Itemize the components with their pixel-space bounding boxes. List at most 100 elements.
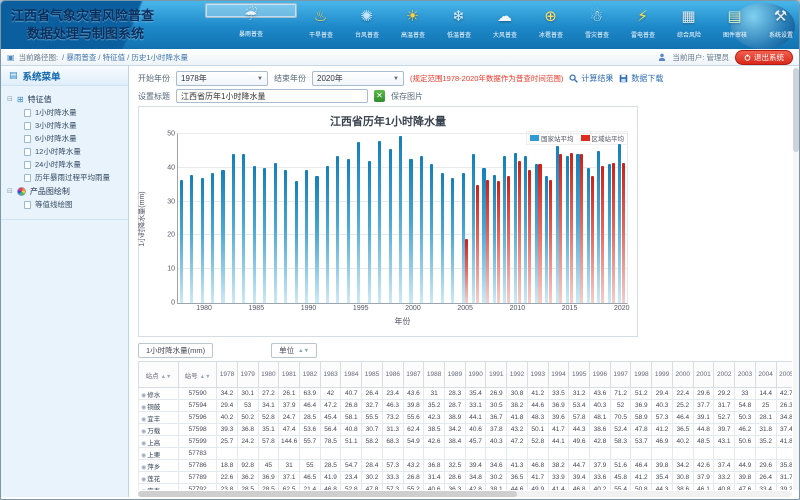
value-cell: 41.9 [320, 472, 341, 484]
sidebar-item[interactable]: 12小时降水量 [7, 145, 126, 158]
value-cell: 33.6 [590, 472, 611, 484]
user-icon [658, 53, 666, 61]
tree-collapse-icon[interactable]: ⊟ [7, 187, 13, 195]
table-row[interactable]: ◉修水5759034.230.127.226.163.94240.726.423… [139, 388, 793, 400]
x-tick-label: 2000 [405, 305, 421, 312]
toolbar-item-drought[interactable]: ♨干旱普查 [298, 3, 343, 47]
value-cell: 53.7 [631, 436, 652, 448]
app-title-line2: 数据处理与制图系统 [11, 25, 154, 43]
table-row[interactable]: ◉万载5759839.336.835.147.453.656.440.830.7… [139, 424, 793, 436]
sidebar-group-label: 产品图绘制 [30, 186, 70, 197]
value-cell: 38.2 [548, 460, 569, 472]
horizontal-scrollbar-thumb[interactable] [138, 491, 517, 497]
sidebar-item-label: 历年暴雨过程平均雨量 [35, 172, 110, 183]
value-cell: 29.6 [693, 388, 714, 400]
sidebar-item[interactable]: 等值线绘图 [7, 198, 126, 211]
value-cell: 39.3 [217, 424, 238, 436]
logout-button[interactable]: 退出系统 [735, 50, 793, 65]
download-button[interactable]: 数据下载 [619, 73, 663, 84]
table-row[interactable]: ◉萍乡5778618.892.845315528.554.728.457.343… [139, 460, 793, 472]
toolbar-item-rain[interactable]: ☔暴雨普查 [205, 3, 297, 18]
toolbar-item-wind[interactable]: ☁大风普查 [482, 3, 527, 47]
toolbar-item-composite[interactable]: ▦综合风险 [666, 3, 711, 47]
table-row[interactable]: ◉宜丰5759640.250.252.824.728.545.458.155.5… [139, 412, 793, 424]
download-label: 数据下载 [631, 73, 663, 84]
table-row[interactable]: ◉上高5759925.724.257.8144.655.778.551.158.… [139, 436, 793, 448]
toolbar-item-label: 低温普查 [447, 29, 471, 38]
end-year-select[interactable]: 2020年▼ [312, 71, 404, 86]
toolbar-item-review[interactable]: ▤图件审核 [712, 3, 757, 47]
toolbar-item-lightning[interactable]: ⚡雷电普查 [620, 3, 665, 47]
save-image-button[interactable]: 保存图片 [391, 91, 423, 102]
table-row[interactable]: ◉上栗57783 [139, 448, 793, 460]
sort-arrows-icon[interactable]: ▲▼ [200, 374, 211, 380]
value-cell: 44.1 [465, 412, 486, 424]
value-cell: 52.7 [714, 412, 735, 424]
table-row[interactable]: ◉莲花5778922.636.236.937.146.541.923.430.2… [139, 472, 793, 484]
value-cell: 44.7 [569, 460, 590, 472]
heat-icon: ☀ [406, 5, 419, 29]
toolbar-item-settings[interactable]: ⚒系统设置 [758, 3, 799, 47]
title-controls-row: 设置标题 ✕ 保存图片 [138, 89, 423, 103]
chart-title-input[interactable] [176, 89, 368, 103]
value-cell: 47.2 [507, 436, 528, 448]
toolbar-item-label: 图件审核 [723, 29, 747, 38]
value-cell: 25 [755, 400, 776, 412]
toolbar-item-label: 综合风险 [677, 29, 701, 38]
bar-regional-2012 [538, 164, 541, 303]
value-cell: 50.8 [631, 484, 652, 491]
value-cell: 36.5 [672, 424, 693, 436]
value-cell: 55.6 [403, 412, 424, 424]
x-axis-title: 年份 [395, 316, 411, 327]
value-cell [569, 448, 590, 460]
header-banner: 江西省气象灾害风险普查 数据处理与制图系统 ☔暴雨普查♨干旱普查✺台风普查☀高温… [1, 1, 799, 49]
toolbar-item-typhoon[interactable]: ✺台风普查 [344, 3, 389, 47]
toolbar-item-snow[interactable]: ☃雪灾普查 [574, 3, 619, 47]
value-cell: 28.7 [445, 400, 466, 412]
station-name: 宜丰 [147, 416, 160, 423]
start-year-select[interactable]: 1978年▼ [176, 71, 268, 86]
value-cell: 53.4 [569, 400, 590, 412]
value-cell: 28.1 [755, 412, 776, 424]
sidebar-item[interactable]: 历年暴雨过程平均雨量 [7, 171, 126, 184]
value-cell: 22.4 [672, 388, 693, 400]
table-row[interactable]: ◉宜春5779223.828.528.562.521.446.852.847.8… [139, 484, 793, 491]
station-id-cell: 57598 [179, 424, 217, 436]
sidebar-item[interactable]: 1小时降水量 [7, 106, 126, 119]
toolbar-item-hail[interactable]: ⊕冰雹普查 [528, 3, 573, 47]
toolbar-item-heat[interactable]: ☀高温普查 [390, 3, 435, 47]
sidebar-item[interactable]: 24小时降水量 [7, 158, 126, 171]
app-title: 江西省气象灾害风险普查 数据处理与制图系统 [11, 7, 154, 43]
station-name: 萍乡 [147, 464, 160, 471]
sort-arrows-icon[interactable]: ▲▼ [161, 374, 172, 380]
breadcrumb-path[interactable]: / 暴雨普查 / 特征值 / 历史1小时降水量 [62, 52, 188, 63]
calculate-button[interactable]: 计算结果 [569, 73, 613, 84]
value-cell: 36.9 [548, 400, 569, 412]
sidebar-group-grid[interactable]: ⊟⊞特征值 [7, 92, 126, 106]
app-title-line1: 江西省气象灾害风险普查 [11, 8, 154, 23]
toolbar-item-cold[interactable]: ❄低温普查 [436, 3, 481, 47]
bar-regional-2018 [601, 166, 604, 303]
value-cell: 44.9 [735, 460, 756, 472]
year-column-header: 2004 [755, 362, 776, 388]
value-cell: 39.7 [714, 424, 735, 436]
menu-grid-icon: ▤ [9, 70, 18, 81]
sidebar-item[interactable]: 6小时降水量 [7, 132, 126, 145]
col-station-id-header[interactable]: 站号▲▼ [179, 362, 217, 388]
value-cell: 39.8 [735, 472, 756, 484]
tree-collapse-icon[interactable]: ⊟ [7, 95, 13, 103]
value-cell [610, 448, 631, 460]
value-cell: 47.8 [362, 484, 383, 491]
value-cell [279, 448, 300, 460]
sidebar-item[interactable]: 3小时降水量 [7, 119, 126, 132]
value-cell: 40.2 [672, 436, 693, 448]
year-column-header: 1997 [610, 362, 631, 388]
vertical-scrollbar-thumb[interactable] [793, 68, 799, 152]
sidebar-group-wheel[interactable]: ⊟ 产品图绘制 [7, 184, 126, 198]
unit-filter[interactable]: 单位 ▲▼ [271, 343, 317, 358]
table-row[interactable]: ◉铜鼓5759429.45334.137.946.447.226.832.746… [139, 400, 793, 412]
value-cell: 37.4 [776, 424, 792, 436]
col-station-header[interactable]: 站点▲▼ [139, 362, 179, 388]
value-cell: 27.2 [258, 388, 279, 400]
value-cell [631, 448, 652, 460]
